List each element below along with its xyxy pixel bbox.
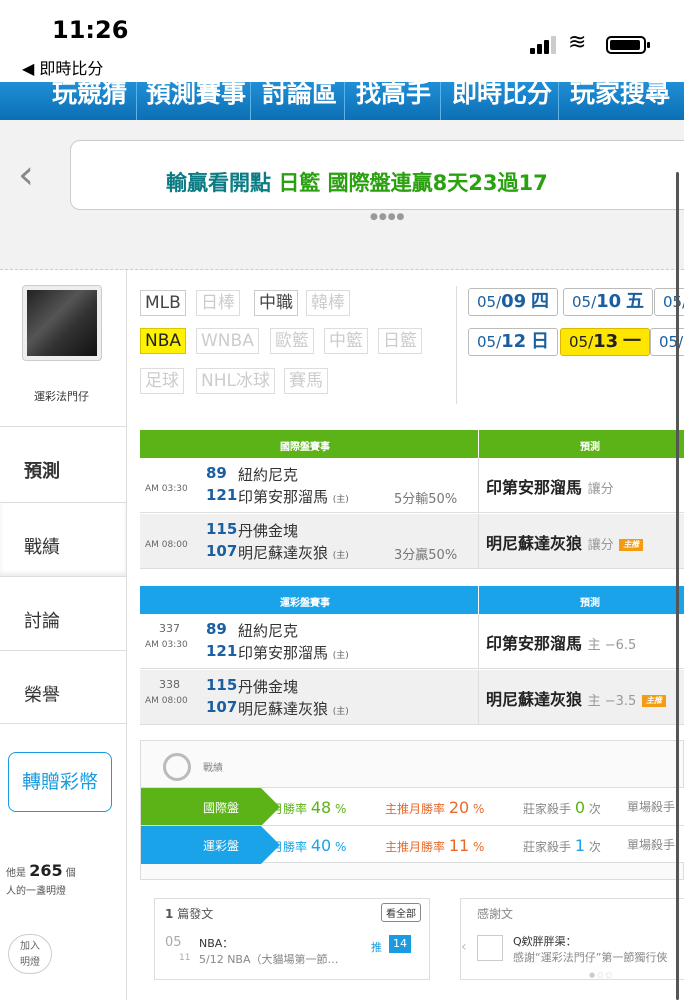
nav-live-scores[interactable]: 即時比分 [452,82,552,110]
league-cpbl[interactable]: 中職 [254,290,298,316]
stats-box: 戰績 國際盤 月勝率 48 % 主推月勝率 20 % 莊家殺手 0 次 單場殺手… [140,740,684,880]
view-all-button[interactable]: 看全部 [381,903,421,922]
push-count: 14 [389,935,411,953]
promo-banner[interactable]: 輸贏看開點 日籃 國際盤連贏8天23過17 [70,140,684,210]
carousel-dots: ●●●● [370,212,406,222]
date-0509[interactable]: 05/09 四 [468,288,558,316]
sidebar-item-discuss[interactable]: 討論 [0,576,126,650]
league-mlb[interactable]: MLB [140,290,186,316]
league-japan-basketball[interactable]: 日籃 [378,328,422,354]
scrollbar[interactable] [676,172,679,1000]
clock: 11:26 [52,16,129,44]
league-nba[interactable]: NBA [140,328,187,354]
nav-play[interactable]: 玩競猜 [52,82,127,110]
posts-box: 1 篇發文 看全部 05 11 NBA： 5/12 NBA（大貓場第一節… 推 … [154,898,430,980]
top-nav: 玩競猜 預測賽事 討論區 找高手 即時比分 玩家搜尋 [0,82,684,120]
league-china-basketball[interactable]: 中籃 [324,328,368,354]
main-pick-badge: 主推 [641,694,666,707]
date-0510[interactable]: 05/10 五 [563,288,653,316]
league-wnba[interactable]: WNBA [196,328,259,354]
avatar [22,285,102,361]
sidebar-item-predict[interactable]: 預測 [0,426,126,500]
sports-header: 運彩盤賽事 預測 [140,586,684,614]
sidebar-item-record[interactable]: 戰績 [0,502,126,576]
main-pick-badge: 主推 [619,538,644,551]
nav-forum[interactable]: 討論區 [262,82,337,110]
add-light-button[interactable]: 加入 明燈 [8,934,52,974]
banner-text: 輸贏看開點 日籃 國際盤連贏8天23過17 [166,171,548,195]
table-row: 337 AM 03:30 89 紐約尼克 121 印第安那溜馬 (主) 印第安那溜馬… [140,614,684,669]
stats-title: 戰績 [203,763,223,774]
chevron-left-icon[interactable]: ‹ [461,939,467,955]
signal-icon [530,36,558,54]
table-row: AM 08:00 115 丹佛金塊 107 明尼蘇達灰狼 (主) 3分贏50% 明尼… [140,514,684,569]
table-row: AM 03:30 89 紐約尼克 121 印第安那溜馬 (主) 5分輸50% 印第安… [140,458,684,513]
target-icon [163,753,191,781]
username: 運彩法門仔 [34,390,89,403]
nav-player-search[interactable]: 玩家搜尋 [570,82,670,110]
league-nhl[interactable]: NHL冰球 [196,368,275,394]
nav-predict[interactable]: 預測賽事 [146,82,246,110]
stats-row-sports: 運彩盤 月勝率 40 % 主推月勝率 11 % 莊家殺手 1 次 單場殺手 [141,825,684,864]
status-bar: 11:26 ◀ 即時比分 ≋ [0,0,684,82]
table-row: 338 AM 08:00 115 丹佛金塊 107 明尼蘇達灰狼 (主) 明尼蘇達灰… [140,670,684,725]
intl-header: 國際盤賽事 預測 [140,430,684,458]
date-0513[interactable]: 05/13 一 [560,328,650,356]
date-0512[interactable]: 05/12 日 [468,328,558,356]
league-kbo[interactable]: 韓棒 [306,290,350,316]
avatar [477,935,503,961]
stats-row-intl: 國際盤 月勝率 48 % 主推月勝率 20 % 莊家殺手 0 次 單場殺手 [141,787,684,826]
league-horse-racing[interactable]: 賽馬 [284,368,328,394]
thanks-box: 感謝文 ‹ Q欸胖胖渠： 感謝“運彩法門仔”第一節獨行俠 ● ○ ○ [460,898,684,980]
light-count: 他是 265 個人的一盞明燈 [6,861,76,898]
league-euro-basketball[interactable]: 歐籃 [270,328,314,354]
back-to-app-link[interactable]: ◀ 即時比分 [22,55,103,79]
league-npb[interactable]: 日棒 [196,290,240,316]
wifi-icon: ≋ [568,30,587,55]
league-soccer[interactable]: 足球 [140,368,184,394]
post-title[interactable]: NBA： [199,935,233,951]
chevron-left-icon[interactable]: ‹ [18,152,34,198]
date-0511[interactable]: 05/ [654,288,684,316]
battery-icon [606,36,650,54]
nav-experts[interactable]: 找高手 [356,82,431,110]
sidebar-item-honor[interactable]: 榮譽 [0,650,126,724]
gift-coins-button[interactable]: 轉贈彩幣 [8,752,112,812]
